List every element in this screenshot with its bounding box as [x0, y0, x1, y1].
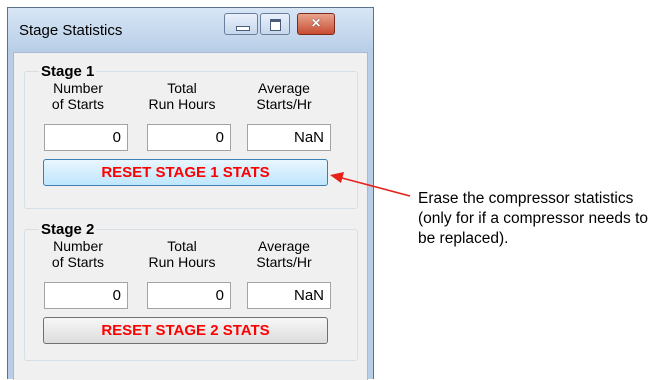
window-title: Stage Statistics — [19, 22, 123, 39]
stage-2-avg-starts-field[interactable]: NaN — [247, 282, 331, 309]
stage-1-starts-header: Number of Starts — [51, 80, 105, 112]
stage-1-run-hours-field[interactable]: 0 — [147, 124, 231, 151]
stage-2-label: Stage 2 — [39, 221, 97, 238]
reset-stage-1-button[interactable]: RESET STAGE 1 STATS — [43, 159, 328, 186]
maximize-button[interactable] — [260, 13, 290, 35]
stage-1-group: Stage 1 Number of Starts Total Run Hours… — [24, 63, 358, 209]
annotation-text: Erase the compressor statistics (only fo… — [418, 190, 649, 247]
stage-1-label: Stage 1 — [39, 63, 97, 80]
stage-2-run-hours-header: Total Run Hours — [148, 238, 216, 270]
stage-2-starts-field[interactable]: 0 — [44, 282, 128, 309]
stage-2-avg-starts-header: Average Starts/Hr — [256, 238, 312, 270]
close-button[interactable]: × — [297, 13, 335, 35]
stage-1-avg-starts-header: Average Starts/Hr — [256, 80, 312, 112]
reset-stage-2-button[interactable]: RESET STAGE 2 STATS — [43, 317, 328, 344]
stage-2-starts-header: Number of Starts — [51, 238, 105, 270]
stage-1-run-hours-header: Total Run Hours — [148, 80, 216, 112]
stage-2-run-hours-field[interactable]: 0 — [147, 282, 231, 309]
title-bar[interactable]: Stage Statistics × — [8, 8, 373, 50]
stage-1-avg-starts-field[interactable]: NaN — [247, 124, 331, 151]
stage-1-starts-field[interactable]: 0 — [44, 124, 128, 151]
close-icon: × — [311, 15, 321, 32]
stage-statistics-window: Stage Statistics × Stage 1 Number of Sta… — [7, 7, 374, 380]
window-client-area: Stage 1 Number of Starts Total Run Hours… — [13, 52, 368, 380]
minimize-button[interactable] — [224, 13, 258, 35]
stage-2-group: Stage 2 Number of Starts Total Run Hours… — [24, 221, 358, 361]
minimize-icon — [236, 26, 250, 31]
maximize-icon — [270, 19, 281, 31]
